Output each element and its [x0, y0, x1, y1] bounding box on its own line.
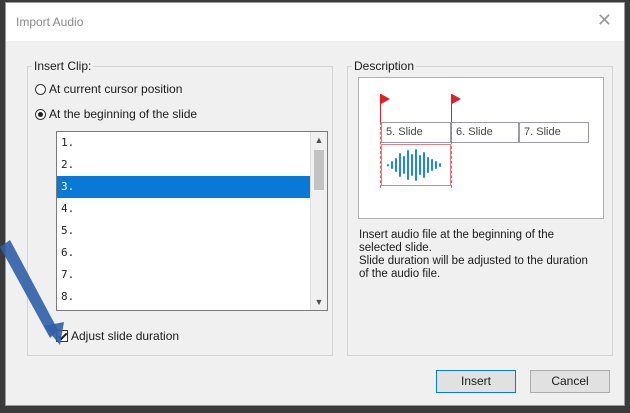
flag-icon [452, 94, 461, 104]
insert-clip-label: Insert Clip: [32, 59, 94, 73]
audio-clip-block [381, 144, 451, 186]
description-line: Insert audio file at the beginning of th… [359, 229, 555, 241]
description-label: Description [352, 59, 417, 73]
close-icon[interactable]: ✕ [597, 10, 612, 30]
description-line: Slide duration will be adjusted to the d… [359, 255, 588, 267]
radio-beginning-slide[interactable]: At the beginning of the slide [35, 107, 197, 121]
list-scrollbar[interactable]: ▲ ▼ [310, 132, 327, 310]
dialog-title: Import Audio [16, 15, 84, 29]
description-line: selected slide. [359, 242, 432, 254]
adjust-duration-label: Adjust slide duration [71, 329, 180, 343]
audio-waveform-icon [387, 149, 441, 181]
description-text: Insert audio file at the beginning of th… [359, 229, 609, 281]
list-item[interactable]: 7. [57, 264, 310, 286]
checkbox-checked-icon[interactable] [56, 330, 68, 342]
list-item[interactable]: 5. [57, 220, 310, 242]
dashed-guide [451, 122, 452, 188]
list-item[interactable]: 2. [57, 154, 310, 176]
radio-button-checked-icon[interactable] [35, 108, 46, 120]
flag-icon [381, 94, 390, 104]
radio-button-icon[interactable] [35, 83, 46, 95]
adjust-duration-checkbox[interactable]: Adjust slide duration [56, 329, 179, 343]
chevron-down-icon[interactable]: ▼ [311, 294, 327, 310]
scroll-thumb[interactable] [314, 150, 324, 190]
slide-cell: 5. Slide [381, 122, 451, 143]
slide-cell: 7. Slide [519, 122, 589, 143]
description-line: of the audio file. [359, 268, 441, 280]
title-bar: Import Audio ✕ [6, 3, 624, 41]
import-audio-dialog: Import Audio ✕ Insert Clip: At current c… [5, 2, 625, 406]
radio-beginning-slide-label: At the beginning of the slide [49, 107, 198, 121]
list-item[interactable]: 8. [57, 286, 310, 308]
list-item-selected[interactable]: 3. [57, 176, 310, 198]
list-item[interactable]: 4. [57, 198, 310, 220]
chevron-up-icon[interactable]: ▲ [311, 132, 327, 148]
radio-current-cursor-label: At current cursor position [49, 82, 183, 96]
cancel-button[interactable]: Cancel [530, 370, 610, 393]
slide-cell: 6. Slide [451, 122, 519, 143]
slide-list[interactable]: 1. 2. 3. 4. 5. 6. 7. 8. ▲ ▼ [56, 131, 328, 311]
radio-current-cursor[interactable]: At current cursor position [35, 82, 182, 96]
insert-button[interactable]: Insert [436, 370, 516, 393]
description-illustration: 5. Slide 6. Slide 7. Slide [358, 77, 604, 219]
list-item[interactable]: 1. [57, 132, 310, 154]
list-item[interactable]: 6. [57, 242, 310, 264]
